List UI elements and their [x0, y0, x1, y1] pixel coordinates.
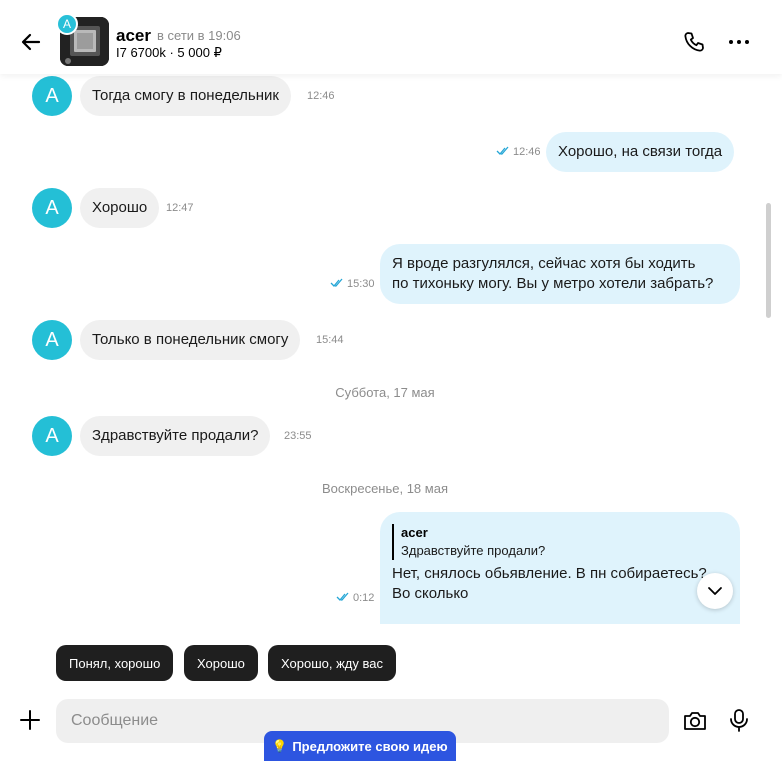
read-checkmarks-icon	[330, 278, 343, 287]
lightbulb-icon: 💡	[272, 739, 288, 753]
message-line: по тихоньку могу. Вы у метро хотели забр…	[392, 275, 714, 292]
message-time: 12:46	[307, 90, 335, 102]
quick-reply-button[interactable]: Хорошо	[184, 645, 258, 681]
contact-avatar[interactable]: A	[32, 76, 72, 116]
scrollbar-thumb[interactable]	[766, 203, 771, 318]
message-time: 15:44	[316, 334, 344, 346]
incoming-message[interactable]: Хорошо	[80, 188, 160, 228]
message-time: 0:12	[336, 592, 374, 604]
reply-quote-bar	[392, 524, 394, 560]
outgoing-message[interactable]: Хорошо, на связи тогда	[546, 132, 735, 172]
date-separator: Воскресенье, 18 мая	[322, 481, 448, 496]
item-title[interactable]: I7 6700k · 5 000 ₽	[116, 45, 222, 61]
incoming-message[interactable]: Тогда смогу в понедельник	[80, 76, 291, 116]
message-time-text: 15:30	[347, 278, 375, 290]
contact-avatar[interactable]: A	[32, 416, 72, 456]
message-time-text: 12:46	[513, 146, 541, 158]
quick-reply-button[interactable]: Понял, хорошо	[56, 645, 174, 681]
message-time-text: 0:12	[353, 592, 375, 604]
message-time: 12:46	[496, 146, 541, 158]
reply-author[interactable]: acer	[401, 525, 428, 540]
scroll-down-button[interactable]	[697, 573, 733, 609]
message-time: 15:30	[330, 278, 375, 290]
outgoing-message[interactable]: Нет, снялось обьявление. В пн собираетес…	[380, 512, 740, 624]
incoming-message[interactable]: Здравствуйте продали?	[80, 416, 271, 456]
back-arrow-icon[interactable]	[18, 29, 44, 55]
read-checkmarks-icon	[336, 592, 349, 601]
plus-icon[interactable]	[17, 707, 43, 733]
chevron-down-icon	[708, 587, 722, 595]
camera-icon[interactable]	[681, 707, 709, 735]
outgoing-message[interactable]: Я вроде разгулялся, сейчас хотя бы ходит…	[380, 244, 740, 304]
quick-reply-button[interactable]: Хорошо, жду вас	[268, 645, 396, 681]
more-options-icon[interactable]	[726, 29, 752, 55]
message-time: 12:47	[166, 202, 194, 214]
incoming-message[interactable]: Только в понедельник смогу	[80, 320, 301, 360]
contact-badge: A	[56, 13, 78, 35]
message-time: 23:55	[284, 430, 312, 442]
microphone-icon[interactable]	[726, 707, 752, 733]
message-line: Нет, снялось обьявление. В пн собираетес…	[392, 565, 707, 582]
chat-header: A acer в сети в 19:06 I7 6700k · 5 000 ₽	[0, 0, 782, 74]
message-line: Я вроде разгулялся, сейчас хотя бы ходит…	[392, 255, 696, 272]
reply-text[interactable]: Здравствуйте продали?	[401, 543, 545, 558]
contact-avatar[interactable]: A	[32, 188, 72, 228]
contact-avatar[interactable]: A	[32, 320, 72, 360]
feedback-idea-button[interactable]: 💡 Предложите свою идею	[264, 731, 456, 761]
message-line: Во сколько	[392, 585, 469, 602]
date-separator: Суббота, 17 мая	[335, 385, 435, 400]
phone-icon[interactable]	[681, 29, 707, 55]
contact-name[interactable]: acer	[116, 26, 151, 46]
read-checkmarks-icon	[496, 146, 509, 155]
online-status: в сети в 19:06	[157, 28, 241, 43]
feedback-label: Предложите свою идею	[292, 738, 448, 754]
